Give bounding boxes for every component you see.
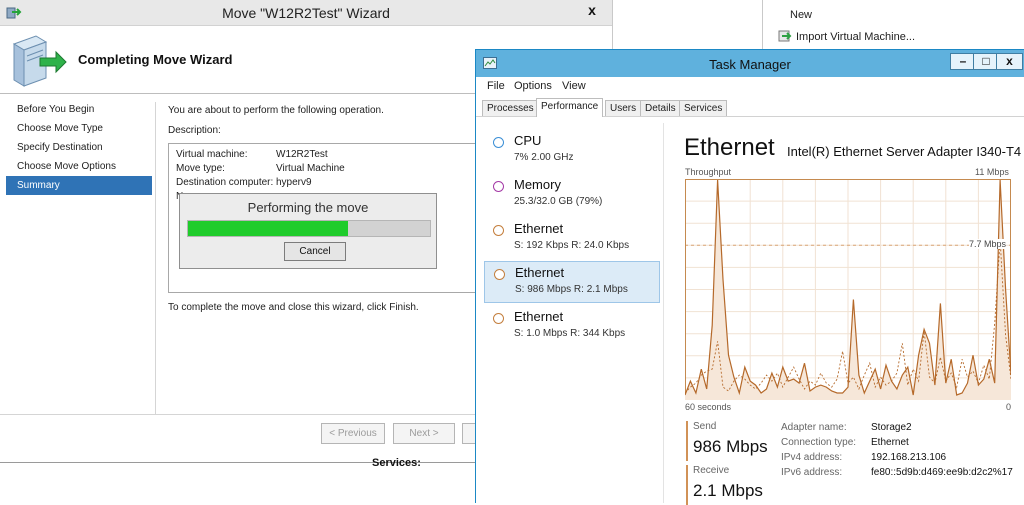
- send-stat-bar: [686, 421, 688, 461]
- description-label: Description:: [168, 125, 221, 136]
- perf-item-cpu[interactable]: CPU 7% 2.00 GHz: [484, 130, 660, 172]
- info-value: Storage2: [871, 422, 912, 433]
- info-key: IPv6 address:: [781, 467, 843, 478]
- nav-divider: [155, 102, 156, 414]
- background-divider: [762, 0, 763, 50]
- graph-scale-marker-label: 7.7 Mbps: [969, 239, 1007, 250]
- graph-time-span-label: 60 seconds: [685, 402, 732, 412]
- perf-item-name: Ethernet: [514, 309, 564, 324]
- menu-view[interactable]: View: [562, 80, 586, 92]
- throughput-graph: [685, 179, 1011, 400]
- actions-menu-item-new[interactable]: New: [790, 9, 812, 21]
- tab-details[interactable]: Details: [640, 100, 681, 116]
- info-key: Connection type:: [781, 437, 857, 448]
- ethernet-indicator-icon: [493, 313, 504, 324]
- wizard-title-bar[interactable]: Move "W12R2Test" Wizard x: [0, 0, 612, 26]
- send-value: 986 Mbps: [693, 437, 768, 456]
- memory-indicator-icon: [493, 181, 504, 192]
- perf-item-name: Memory: [514, 177, 561, 192]
- description-key: Move type:: [176, 163, 225, 174]
- progress-title: Performing the move: [247, 200, 369, 215]
- task-manager-menu-bar: File Options View: [476, 77, 1024, 97]
- cancel-button[interactable]: Cancel: [284, 242, 346, 261]
- services-label: Services:: [372, 457, 421, 469]
- tab-processes[interactable]: Processes: [482, 100, 539, 116]
- perf-item-name: CPU: [514, 133, 542, 148]
- ethernet-indicator-icon: [494, 269, 505, 280]
- nav-step-specify-destination[interactable]: Specify Destination: [6, 138, 152, 157]
- summary-intro-text: You are about to perform the following o…: [168, 105, 384, 116]
- info-value: fe80::5d9b:d469:ee9b:d2c2%17: [871, 467, 1013, 478]
- close-button[interactable]: x: [996, 53, 1023, 70]
- menu-options[interactable]: Options: [514, 80, 552, 92]
- actions-menu-item-import-vm[interactable]: Import Virtual Machine...: [796, 31, 915, 43]
- tab-users[interactable]: Users: [605, 100, 642, 116]
- progress-bar-fill: [188, 221, 348, 236]
- perf-item-detail: S: 986 Mbps R: 2.1 Mbps: [515, 284, 628, 295]
- previous-button[interactable]: < Previous: [321, 423, 385, 444]
- description-key: Destination computer:: [176, 177, 274, 188]
- nav-step-choose-move-options[interactable]: Choose Move Options: [6, 157, 152, 176]
- description-key: Virtual machine:: [176, 149, 248, 160]
- perf-item-ethernet-3[interactable]: Ethernet S: 1.0 Mbps R: 344 Kbps: [484, 306, 660, 348]
- task-manager-title: Task Manager: [709, 57, 791, 72]
- sidebar-divider: [663, 123, 664, 503]
- description-value: W12R2Test: [276, 149, 328, 160]
- perf-item-detail: 7% 2.00 GHz: [514, 152, 574, 163]
- graph-label-max: 11 Mbps: [975, 167, 1009, 177]
- perf-item-ethernet-1[interactable]: Ethernet S: 192 Kbps R: 24.0 Kbps: [484, 218, 660, 260]
- tab-performance[interactable]: Performance: [536, 98, 604, 117]
- receive-value: 2.1 Mbps: [693, 481, 763, 500]
- progress-dialog: Performing the move Cancel: [179, 193, 437, 269]
- progress-bar: [187, 220, 431, 237]
- description-value: hyperv9: [276, 177, 312, 188]
- wizard-steps-nav: Before You Begin Choose Move Type Specif…: [6, 100, 152, 195]
- perf-item-ethernet-2[interactable]: Ethernet S: 986 Mbps R: 2.1 Mbps: [484, 261, 660, 303]
- info-key: IPv4 address:: [781, 452, 843, 463]
- info-key: Adapter name:: [781, 422, 847, 433]
- wizard-header-title: Completing Move Wizard: [78, 52, 233, 67]
- graph-grid: [685, 179, 1011, 400]
- finish-instruction-text: To complete the move and close this wiza…: [168, 302, 419, 313]
- next-button[interactable]: Next >: [393, 423, 455, 444]
- cpu-indicator-icon: [493, 137, 504, 148]
- graph-zero-label: 0: [1006, 402, 1012, 412]
- tab-services[interactable]: Services: [679, 100, 728, 116]
- ethernet-indicator-icon: [493, 225, 504, 236]
- graph-label-throughput: Throughput: [685, 167, 732, 177]
- menu-file[interactable]: File: [487, 80, 505, 92]
- perf-item-memory[interactable]: Memory 25.3/32.0 GB (79%): [484, 174, 660, 216]
- receive-stat-bar: [686, 465, 688, 505]
- perf-item-detail: S: 192 Kbps R: 24.0 Kbps: [514, 240, 630, 251]
- wizard-close-button[interactable]: x: [578, 0, 606, 20]
- import-icon: [778, 29, 792, 46]
- panel-title: Ethernet: [684, 134, 775, 161]
- adapter-name-header: Intel(R) Ethernet Server Adapter I340-T4…: [787, 144, 1024, 159]
- nav-step-summary[interactable]: Summary: [6, 176, 152, 195]
- receive-label: Receive: [693, 465, 730, 476]
- task-manager-window: Task Manager – □ x File Options View Pro…: [475, 49, 1024, 505]
- info-value: Ethernet: [871, 437, 909, 448]
- actions-menu: New Import Virtual Machine...: [770, 0, 1024, 50]
- description-value: Virtual Machine: [276, 163, 345, 174]
- info-value: 192.168.213.106: [871, 452, 947, 463]
- wizard-title: Move "W12R2Test" Wizard: [222, 5, 390, 21]
- task-manager-tabs: Processes Performance Users Details Serv…: [476, 97, 1024, 117]
- perf-item-detail: 25.3/32.0 GB (79%): [514, 196, 603, 207]
- server-move-icon: [6, 30, 68, 88]
- task-manager-title-bar[interactable]: Task Manager – □ x: [476, 50, 1024, 77]
- perf-item-name: Ethernet: [514, 221, 564, 236]
- nav-step-choose-move-type[interactable]: Choose Move Type: [6, 119, 152, 138]
- nav-step-before-you-begin[interactable]: Before You Begin: [6, 100, 152, 119]
- perf-item-detail: S: 1.0 Mbps R: 344 Kbps: [514, 328, 626, 339]
- perf-item-name: Ethernet: [515, 265, 565, 280]
- send-label: Send: [693, 421, 717, 432]
